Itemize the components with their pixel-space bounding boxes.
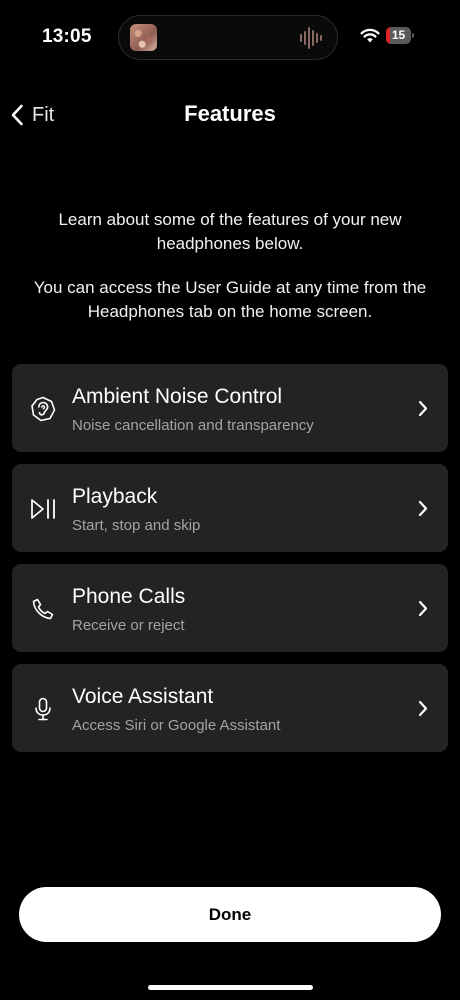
intro-paragraph: Learn about some of the features of your…	[58, 210, 402, 253]
chevron-right-icon	[418, 600, 428, 617]
feature-item-playback[interactable]: Playback Start, stop and skip	[12, 464, 448, 552]
battery-indicator: 15	[386, 27, 414, 44]
feature-subtitle: Start, stop and skip	[72, 517, 201, 534]
microphone-icon	[28, 694, 58, 724]
phone-icon	[28, 594, 58, 624]
feature-subtitle: Access Siri or Google Assistant	[72, 717, 281, 734]
feature-title: Voice Assistant	[72, 685, 214, 708]
audio-waveform-icon	[300, 27, 322, 49]
play-pause-icon	[28, 494, 58, 524]
ear-icon	[28, 394, 58, 424]
home-indicator[interactable]	[148, 985, 313, 990]
feature-item-phone-calls[interactable]: Phone Calls Receive or reject	[12, 564, 448, 652]
feature-title: Phone Calls	[72, 585, 186, 608]
feature-title: Ambient Noise Control	[72, 385, 283, 408]
screen: 13:05 15 Features Fit Learn about some o…	[0, 0, 460, 1000]
chevron-right-icon	[418, 700, 428, 717]
dynamic-island[interactable]	[118, 15, 338, 60]
feature-subtitle: Receive or reject	[72, 617, 185, 634]
feature-title: Playback	[72, 485, 158, 508]
intro-text: Learn about some of the features of your…	[14, 208, 446, 324]
chevron-right-icon	[418, 400, 428, 417]
status-time: 13:05	[42, 26, 92, 47]
back-button[interactable]: Fit	[10, 100, 54, 130]
intro-paragraph: You can access the User Guide at any tim…	[33, 278, 427, 321]
chevron-left-icon	[11, 104, 23, 126]
now-playing-artwork	[130, 24, 157, 51]
back-label: Fit	[32, 103, 55, 126]
feature-item-voice-assistant[interactable]: Voice Assistant Access Siri or Google As…	[12, 664, 448, 752]
feature-item-ambient-noise-control[interactable]: Ambient Noise Control Noise cancellation…	[12, 364, 448, 452]
page-title: Features	[184, 101, 276, 126]
battery-level: 15	[391, 28, 406, 42]
chevron-right-icon	[418, 500, 428, 517]
wifi-icon	[360, 28, 380, 43]
done-button[interactable]: Done	[19, 887, 441, 942]
feature-subtitle: Noise cancellation and transparency	[72, 417, 314, 434]
feature-list: Ambient Noise Control Noise cancellation…	[12, 364, 448, 764]
